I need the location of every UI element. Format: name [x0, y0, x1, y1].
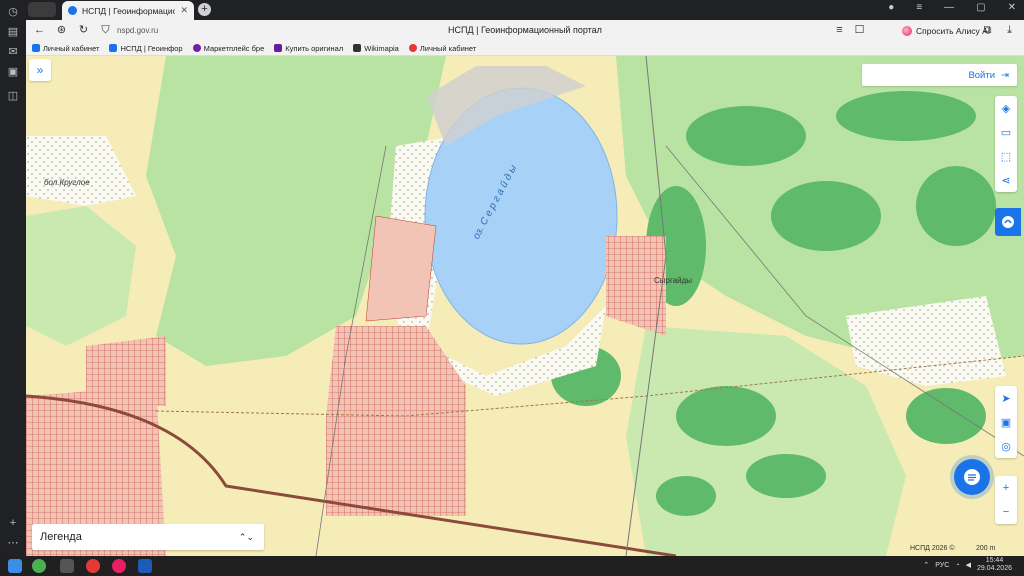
- place-label: Сыргайды: [654, 276, 693, 285]
- clock-time: 15:44: [985, 557, 1004, 564]
- volume-icon[interactable]: ◀: [966, 561, 971, 569]
- keyboard-language[interactable]: РУС: [935, 562, 949, 569]
- bookmark-item[interactable]: Личный кабинет: [408, 44, 476, 53]
- extensions-icon[interactable]: ⧉: [980, 23, 995, 38]
- nspd-favicon-icon: [68, 6, 77, 15]
- place-label: бол.Круглое: [44, 178, 90, 187]
- page-title: НСПД | Геоинформационный портал: [448, 25, 602, 35]
- bookmark-item[interactable]: Wikimapia: [353, 44, 399, 53]
- chat-icon: [964, 469, 980, 485]
- new-tab-button[interactable]: +: [198, 3, 211, 16]
- expand-legend-icon: ⌃⌄: [238, 531, 254, 542]
- panel-menu-icon[interactable]: ⋯: [5, 535, 21, 551]
- geolocation-icon[interactable]: ◎: [995, 434, 1017, 458]
- login-label: Войти: [968, 69, 996, 81]
- system-tray: ⌃ РУС ◔ ◀ 15:44 29.04.2026: [923, 557, 1012, 573]
- share-icon[interactable]: ⋖: [995, 168, 1017, 192]
- tray-chevron-icon[interactable]: ⌃: [923, 561, 929, 569]
- bookmark-icon: [109, 44, 118, 52]
- zoom-in-button[interactable]: +: [995, 476, 1017, 500]
- zoom-out-button[interactable]: −: [995, 500, 1017, 524]
- select-area-icon[interactable]: ⬚: [995, 144, 1017, 168]
- site-settings-icon[interactable]: ⊛: [54, 23, 69, 38]
- close-tab-icon[interactable]: ✕: [180, 5, 188, 16]
- alice-icon: [902, 25, 912, 36]
- address-bar: ← ⊛ ↻ ⛉ nspd.gov.ru НСПД | Геоинформацио…: [26, 20, 1024, 41]
- window-controls: ● ≡ — ▢ ✕: [888, 2, 1016, 13]
- login-icon: ⇥: [1001, 69, 1009, 81]
- bookmark-icon: [353, 44, 362, 52]
- start-icon[interactable]: [8, 559, 22, 573]
- bookmark-item[interactable]: Купить оригинал: [274, 44, 343, 53]
- notes-icon[interactable]: ▤: [5, 24, 21, 40]
- scale-bar: 200 m: [976, 545, 996, 552]
- login-panel[interactable]: Войти ⇥: [862, 64, 1017, 86]
- active-tab[interactable]: НСПД | Геоинформационн ✕: [62, 1, 194, 20]
- history-icon[interactable]: ◷: [5, 4, 21, 20]
- yandex-browser-icon[interactable]: [112, 559, 126, 573]
- bookmark-item[interactable]: Маркетплейс бре: [192, 44, 264, 53]
- bookmark-icon: [192, 44, 201, 52]
- downloads-icon[interactable]: ⤓: [1002, 23, 1017, 38]
- expand-panel-button[interactable]: »: [29, 59, 51, 81]
- minimize-icon[interactable]: —: [944, 2, 954, 13]
- minimap-icon[interactable]: ▣: [995, 410, 1017, 434]
- add-panel-icon[interactable]: +: [5, 515, 21, 531]
- zoom-controls: + −: [995, 476, 1017, 524]
- taskbar: ⌃ РУС ◔ ◀ 15:44 29.04.2026: [0, 556, 1024, 576]
- security-icon[interactable]: ⛉: [98, 23, 113, 38]
- bookmark-icon: [408, 44, 417, 52]
- screenshot-icon[interactable]: ◫: [5, 88, 21, 104]
- close-window-icon[interactable]: ✕: [1008, 2, 1016, 13]
- explorer-icon[interactable]: [60, 559, 74, 573]
- network-icon[interactable]: ◔: [955, 562, 959, 569]
- legend-label: Легенда: [40, 531, 82, 543]
- map-tools-bottom: ➤ ▣ ◎: [995, 386, 1017, 458]
- legend-panel[interactable]: Легенда ⌃⌄: [32, 524, 264, 550]
- app-icon[interactable]: [32, 559, 46, 573]
- map-canvas[interactable]: бол.Круглое Сыргайды оз. С е р г а й д ы…: [26, 56, 1024, 556]
- layers-icon[interactable]: ◈: [995, 96, 1017, 120]
- copyright-text: НСПД 2026 ©: [910, 545, 955, 552]
- tabs-menu-icon[interactable]: ≡: [916, 2, 922, 13]
- back-icon[interactable]: ←: [32, 23, 47, 38]
- locate-icon[interactable]: ➤: [995, 386, 1017, 410]
- page-menu-icon[interactable]: ≡: [832, 23, 847, 38]
- browser-sidebar: ◷ ▤ ✉ ▣ ◫ + ⋯: [0, 0, 26, 556]
- restore-icon[interactable]: ▢: [976, 2, 985, 13]
- chat-button[interactable]: [954, 459, 990, 495]
- clock-date: 29.04.2026: [976, 565, 1012, 572]
- bookmark-icon: [32, 44, 40, 52]
- reload-icon[interactable]: ↻: [76, 23, 91, 38]
- word-icon[interactable]: [138, 559, 152, 573]
- bookmark-icon[interactable]: ☐: [852, 23, 867, 38]
- measure-icon[interactable]: ▭: [995, 120, 1017, 144]
- tab-strip: НСПД | Геоинформационн ✕ + ● ≡ — ▢ ✕: [26, 0, 1024, 20]
- clock[interactable]: 15:44 29.04.2026: [977, 557, 1012, 573]
- url-field[interactable]: nspd.gov.ru: [117, 26, 158, 35]
- bookmark-icon: [274, 44, 283, 52]
- assistant-icon: [1002, 216, 1014, 228]
- map-tools-top: ◈ ▭ ⬚ ⋖: [995, 96, 1017, 192]
- tab-group-button[interactable]: [28, 2, 56, 17]
- tab-title: НСПД | Геоинформационн: [82, 5, 176, 16]
- bookmarks-bar: Личный кабинет НСПД | Геоинфор Маркетпле…: [26, 41, 1024, 56]
- profile-icon[interactable]: ●: [888, 2, 894, 13]
- bookmark-item[interactable]: Личный кабинет: [32, 44, 99, 53]
- apps-icon[interactable]: ▣: [5, 64, 21, 80]
- mail-icon[interactable]: ✉: [5, 44, 21, 60]
- assistant-tab-button[interactable]: [995, 208, 1021, 236]
- browser-app-icon[interactable]: [86, 559, 100, 573]
- map-base-layer: [26, 56, 1024, 556]
- bookmark-item[interactable]: НСПД | Геоинфор: [109, 44, 183, 53]
